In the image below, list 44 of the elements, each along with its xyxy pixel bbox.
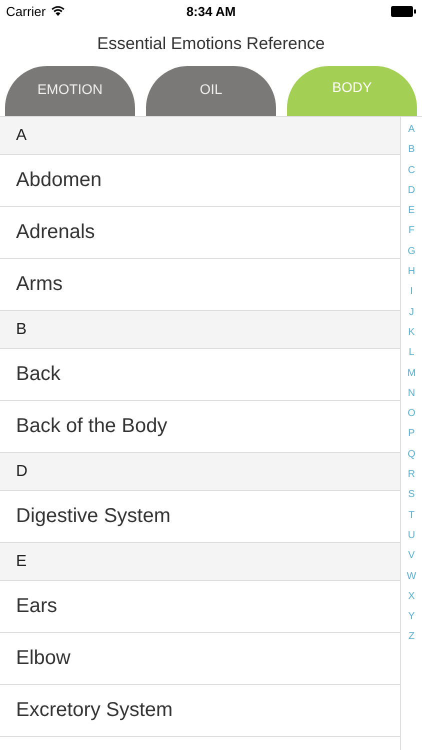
tab[interactable]: BODY	[287, 66, 417, 116]
list-item[interactable]: Back	[0, 349, 400, 401]
index-letter[interactable]: D	[408, 184, 416, 204]
list-item[interactable]: Elbow	[0, 633, 400, 685]
index-letter[interactable]: N	[408, 386, 416, 408]
index-letter[interactable]: M	[407, 366, 416, 387]
index-letter[interactable]: V	[408, 549, 415, 570]
battery-icon	[391, 6, 416, 16]
status-time: 8:34 AM	[186, 4, 236, 18]
wifi-icon	[50, 6, 65, 16]
index-letter[interactable]: H	[408, 265, 416, 286]
section-header: B	[0, 311, 400, 349]
index-letter[interactable]: F	[408, 224, 415, 245]
list-item[interactable]: Excretory System	[0, 685, 400, 737]
index-letter[interactable]: X	[408, 590, 415, 610]
index-letter[interactable]: Z	[408, 630, 415, 651]
index-letter[interactable]: L	[408, 346, 414, 367]
index-letter[interactable]: J	[409, 306, 414, 326]
list-item[interactable]: Abdomen	[0, 155, 400, 207]
index-letter[interactable]: T	[408, 508, 415, 529]
index-letter[interactable]: Q	[408, 448, 416, 468]
index-letter[interactable]: A	[408, 123, 415, 144]
index-letter[interactable]: O	[408, 407, 416, 428]
index-letter[interactable]: R	[408, 468, 416, 488]
index-letter[interactable]: P	[408, 427, 415, 448]
carrier-label: Carrier	[6, 4, 46, 18]
index-letter[interactable]: Y	[408, 610, 415, 630]
index-letter[interactable]: C	[408, 164, 416, 184]
index-letter[interactable]: B	[408, 143, 415, 164]
index-letter[interactable]: I	[410, 285, 413, 306]
tab[interactable]: OIL	[146, 66, 276, 116]
index-letter[interactable]: U	[408, 528, 416, 550]
page-title: Essential Emotions Reference	[96, 33, 326, 55]
index-letter[interactable]: E	[408, 204, 415, 224]
section-header: E	[0, 543, 400, 581]
tab[interactable]: EMOTION	[5, 66, 135, 116]
list-item[interactable]: Adrenals	[0, 207, 400, 259]
section-header: D	[0, 453, 400, 491]
section-header: A	[0, 117, 400, 155]
index-letter[interactable]: K	[408, 326, 415, 346]
list-item[interactable]: Ears	[0, 581, 400, 633]
index-letter[interactable]: W	[406, 570, 416, 590]
index-letter[interactable]: S	[408, 488, 415, 509]
index-letter[interactable]: G	[408, 244, 416, 266]
